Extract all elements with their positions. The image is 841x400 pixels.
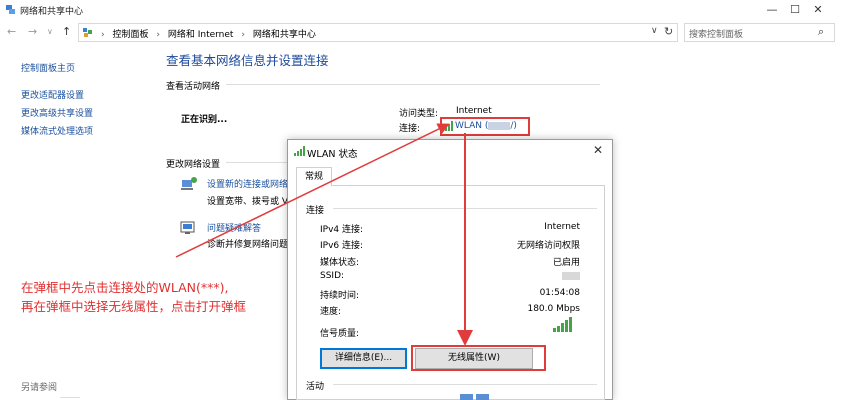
annotation-arrows — [175, 123, 473, 346]
arrow-to-wlan-link — [175, 123, 450, 258]
